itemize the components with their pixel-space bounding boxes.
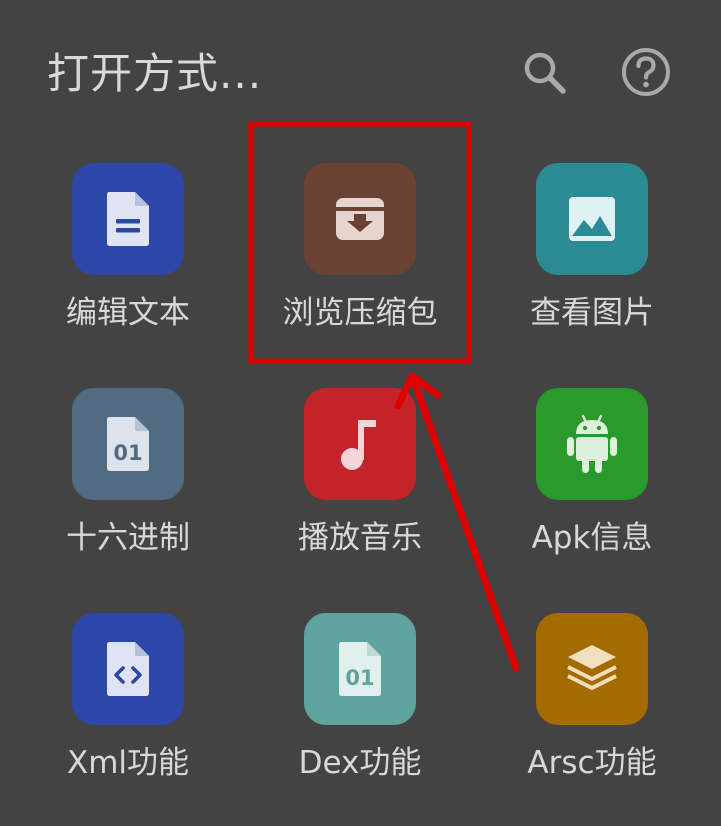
app-tile-xml[interactable]: Xml功能: [12, 613, 244, 813]
archive-box-icon: [304, 163, 416, 275]
open-with-dialog: 打开方式... 编辑文本 浏览压缩包 查看图片 01 十六进制 播放音乐 Apk…: [0, 0, 721, 826]
app-label: Apk信息: [531, 520, 653, 556]
app-tile-play-music[interactable]: 播放音乐: [244, 388, 476, 588]
app-tile-dex[interactable]: 01 Dex功能: [244, 613, 476, 813]
app-label: 十六进制: [66, 520, 190, 556]
dialog-title: 打开方式...: [47, 49, 263, 98]
android-icon: [536, 388, 648, 500]
app-label: 播放音乐: [298, 520, 422, 556]
search-icon[interactable]: [520, 48, 568, 96]
app-tile-view-image[interactable]: 查看图片: [476, 163, 708, 363]
app-tile-browse-archive[interactable]: 浏览压缩包: [244, 163, 476, 363]
binary-file-icon: 01: [304, 613, 416, 725]
music-note-icon: [304, 388, 416, 500]
image-icon: [536, 163, 648, 275]
app-tile-arsc[interactable]: Arsc功能: [476, 613, 708, 813]
app-tile-edit-text[interactable]: 编辑文本: [12, 163, 244, 363]
app-tile-apk-info[interactable]: Apk信息: [476, 388, 708, 588]
app-label: Arsc功能: [527, 745, 657, 781]
app-label: Dex功能: [298, 745, 422, 781]
app-label: 编辑文本: [66, 295, 190, 331]
binary-file-icon: 01: [72, 388, 184, 500]
help-icon[interactable]: [620, 46, 672, 98]
app-label: Xml功能: [66, 745, 190, 781]
text-document-icon: [72, 163, 184, 275]
svg-text:01: 01: [345, 666, 374, 690]
svg-text:01: 01: [113, 441, 142, 465]
app-label: 查看图片: [530, 295, 654, 331]
app-label: 浏览压缩包: [282, 295, 438, 331]
app-tile-hex[interactable]: 01 十六进制: [12, 388, 244, 588]
layers-icon: [536, 613, 648, 725]
code-file-icon: [72, 613, 184, 725]
